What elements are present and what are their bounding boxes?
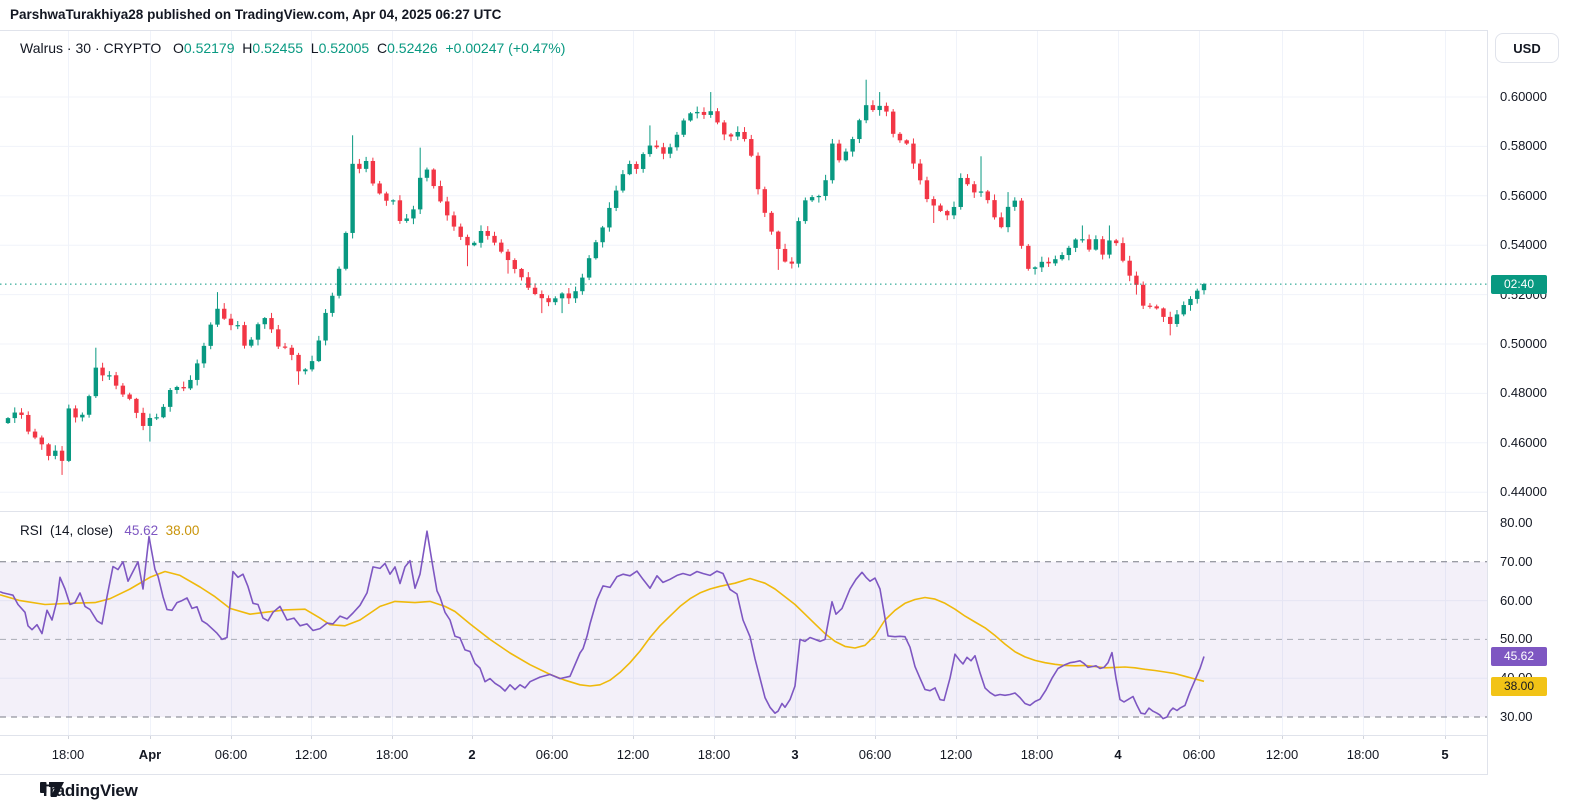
rsi-title: RSI: [20, 523, 43, 538]
time-axis-label: 18:00: [51, 747, 85, 762]
price-axis-label: 0.46000: [1500, 434, 1547, 450]
time-axis-label: 5: [1441, 747, 1449, 762]
price-pane[interactable]: Walrus · 30 · CRYPTO O0.52179 H0.52455 L…: [0, 30, 1487, 511]
symbol-legend: Walrus · 30 · CRYPTO O0.52179 H0.52455 L…: [20, 40, 565, 56]
time-axis-label: Apr: [138, 747, 162, 762]
separator-top: [0, 30, 1569, 31]
publication-bar: ParshwaTurakhiya28 published on TradingV…: [0, 0, 1569, 30]
rsi-value: 45.62: [124, 523, 159, 538]
rsi-pane-canvas[interactable]: [0, 511, 1487, 735]
rsi-axis-label: 80.00: [1500, 515, 1533, 530]
high-label: H: [242, 40, 253, 56]
open-value: 0.52179: [183, 40, 235, 56]
rsi-params: (14, close): [50, 523, 114, 538]
time-axis-label: 18:00: [1020, 747, 1054, 762]
time-axis-label: 18:00: [697, 747, 731, 762]
publication-text: ParshwaTurakhiya28 published on TradingV…: [10, 7, 502, 22]
chart-area: Walrus · 30 · CRYPTO O0.52179 H0.52455 L…: [0, 30, 1569, 775]
price-axis-label: 0.50000: [1500, 336, 1547, 351]
time-axis[interactable]: 18:00 Apr 06:00 12:00 18:00 2 06:00 12:00 18:00 3…: [0, 735, 1487, 775]
time-axis-label: 18:00: [1346, 747, 1380, 762]
price-axis-label: 0.58000: [1500, 138, 1547, 154]
time-axis-label: 06:00: [858, 747, 892, 762]
time-axis-label: 12:00: [294, 747, 328, 762]
time-axis-label: 18:00: [375, 747, 409, 762]
rsi-axis-label: 50.00: [1500, 631, 1533, 647]
price-axis-label: 0.44000: [1500, 484, 1547, 500]
separator-panes: [0, 511, 1569, 512]
time-axis-label: 06:00: [535, 747, 569, 762]
tradingview-logo-icon: [40, 782, 64, 797]
price-axis-label: 0.56000: [1500, 187, 1547, 203]
time-axis-label: 4: [1114, 747, 1122, 762]
change-value: +0.00247 (+0.47%): [445, 40, 566, 56]
tradingview-logo[interactable]: TradingView: [40, 781, 138, 801]
time-axis-label: 06:00: [214, 747, 248, 762]
symbol-title: Walrus · 30 · CRYPTO: [20, 40, 162, 56]
close-label: C: [376, 40, 388, 56]
price-axis-label: 0.48000: [1500, 385, 1547, 401]
open-label: O: [173, 40, 184, 56]
separator-time-axis: [0, 735, 1569, 736]
rsi-axis-label: 70.00: [1500, 553, 1533, 569]
price-axis-label: 0.60000: [1500, 89, 1547, 104]
rsi-ma-value: 38.00: [165, 523, 200, 538]
rsi-legend: RSI (14, close) 45.62 38.00: [20, 523, 199, 538]
time-axis-label: 12:00: [939, 747, 973, 762]
price-axis-label: 0.54000: [1500, 237, 1547, 253]
rsi-ma-value-chip: 38.00: [1491, 676, 1547, 696]
time-axis-label: 3: [791, 747, 799, 762]
time-axis-label: 12:00: [616, 747, 650, 762]
low-label: L: [310, 40, 319, 56]
footer: TradingView: [0, 775, 1569, 810]
rsi-axis-label: 30.00: [1500, 709, 1533, 725]
close-value: 0.52426: [387, 40, 438, 56]
high-value: 0.52455: [252, 40, 304, 56]
time-axis-label: 06:00: [1182, 747, 1216, 762]
rsi-pane[interactable]: RSI (14, close) 45.62 38.00: [0, 511, 1487, 735]
rsi-value-chip: 45.62: [1491, 646, 1547, 666]
low-value: 0.52005: [318, 40, 370, 56]
price-scale[interactable]: USD 0.60000 0.58000 0.56000 0.54000 0.52000 0…: [1487, 30, 1569, 775]
time-axis-label: 12:00: [1265, 747, 1299, 762]
price-pane-canvas[interactable]: [0, 30, 1487, 511]
countdown-price-chip: 02:40: [1491, 274, 1547, 294]
rsi-axis-label: 60.00: [1500, 592, 1533, 608]
time-axis-label: 2: [468, 747, 476, 762]
currency-button[interactable]: USD: [1495, 33, 1559, 63]
